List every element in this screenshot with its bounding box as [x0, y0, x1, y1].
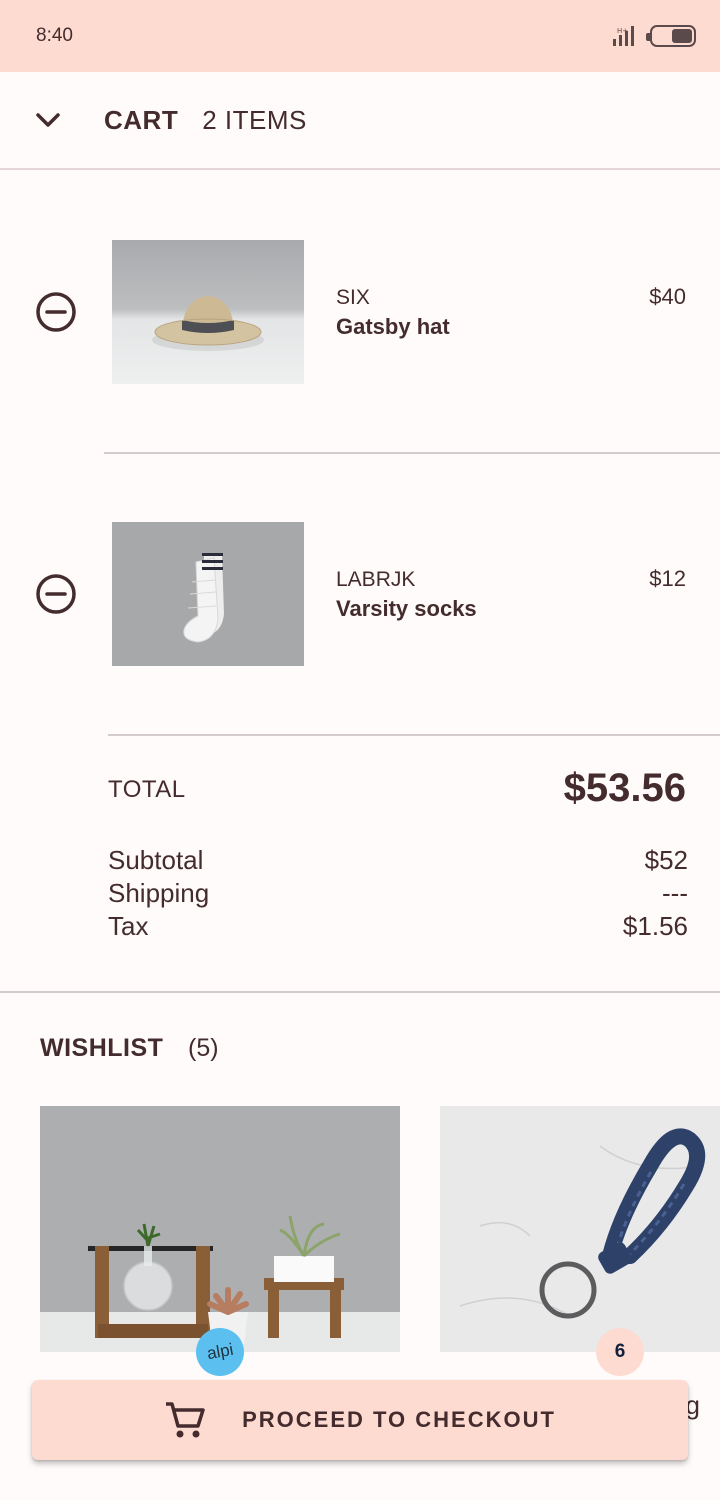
item-price: $12 — [649, 566, 686, 591]
battery-icon — [646, 25, 696, 47]
cart-title: CART — [104, 104, 179, 135]
leather-keyring-photo — [440, 1106, 720, 1352]
socks-photo[interactable] — [112, 522, 304, 666]
subtotal-label: Subtotal — [108, 845, 204, 875]
wishlist-item-badge-text: alpi — [205, 1339, 235, 1364]
total-label: TOTAL — [108, 776, 186, 803]
shipping-label: Shipping — [108, 878, 210, 908]
status-icons: H+ — [612, 25, 696, 47]
status-bar: 8:40 H+ — [0, 0, 720, 72]
wishlist-item-badge: alpi — [196, 1328, 244, 1376]
cart-item: LABRJK Varsity socks $12 — [0, 522, 720, 667]
cart-header[interactable]: CART 2 ITEMS — [0, 72, 720, 170]
checkout-label: PROCEED TO CHECKOUT — [242, 1407, 556, 1432]
wishlist-title: WISHLIST — [40, 1034, 164, 1062]
wishlist-divider — [0, 991, 720, 993]
shipping-value: --- — [662, 878, 688, 908]
item-price: $40 — [649, 284, 686, 309]
tax-label: Tax — [108, 911, 149, 941]
proceed-to-checkout-button[interactable]: PROCEED TO CHECKOUT — [32, 1380, 688, 1460]
totals-divider — [108, 734, 720, 736]
wishlist-item-badge-text: 6 — [614, 1341, 626, 1362]
cart-item: SIX Gatsby hat $40 — [0, 240, 720, 385]
wishlist-item[interactable] — [440, 1106, 720, 1352]
subtotal-row: Subtotal $52 — [108, 845, 688, 876]
wishlist-item-badge: 6 — [596, 1328, 644, 1376]
cart-item-count: 2 ITEMS — [202, 104, 307, 135]
wishlist-count: (5) — [188, 1034, 219, 1062]
remove-circle-icon[interactable] — [34, 290, 78, 334]
svg-text:H+: H+ — [617, 27, 628, 35]
item-name: Gatsby hat — [336, 314, 450, 339]
item-brand: LABRJK — [336, 568, 416, 591]
chevron-down-icon[interactable] — [0, 111, 96, 129]
shopping-cart-icon — [166, 1402, 205, 1438]
item-name: Varsity socks — [336, 596, 477, 621]
plant-stands-photo — [40, 1106, 400, 1352]
shipping-row: Shipping --- — [108, 878, 688, 909]
subtotal-value: $52 — [644, 845, 688, 875]
tax-row: Tax $1.56 — [108, 911, 688, 942]
tax-value: $1.56 — [622, 911, 688, 941]
wishlist-item[interactable] — [40, 1106, 400, 1352]
item-divider — [104, 452, 720, 454]
signal-icon: H+ — [613, 26, 634, 46]
remove-circle-icon[interactable] — [34, 572, 78, 616]
item-brand: SIX — [336, 286, 370, 309]
hat-photo[interactable] — [112, 240, 304, 384]
total-value: $53.56 — [563, 766, 686, 810]
status-time: 8:40 — [36, 25, 73, 46]
